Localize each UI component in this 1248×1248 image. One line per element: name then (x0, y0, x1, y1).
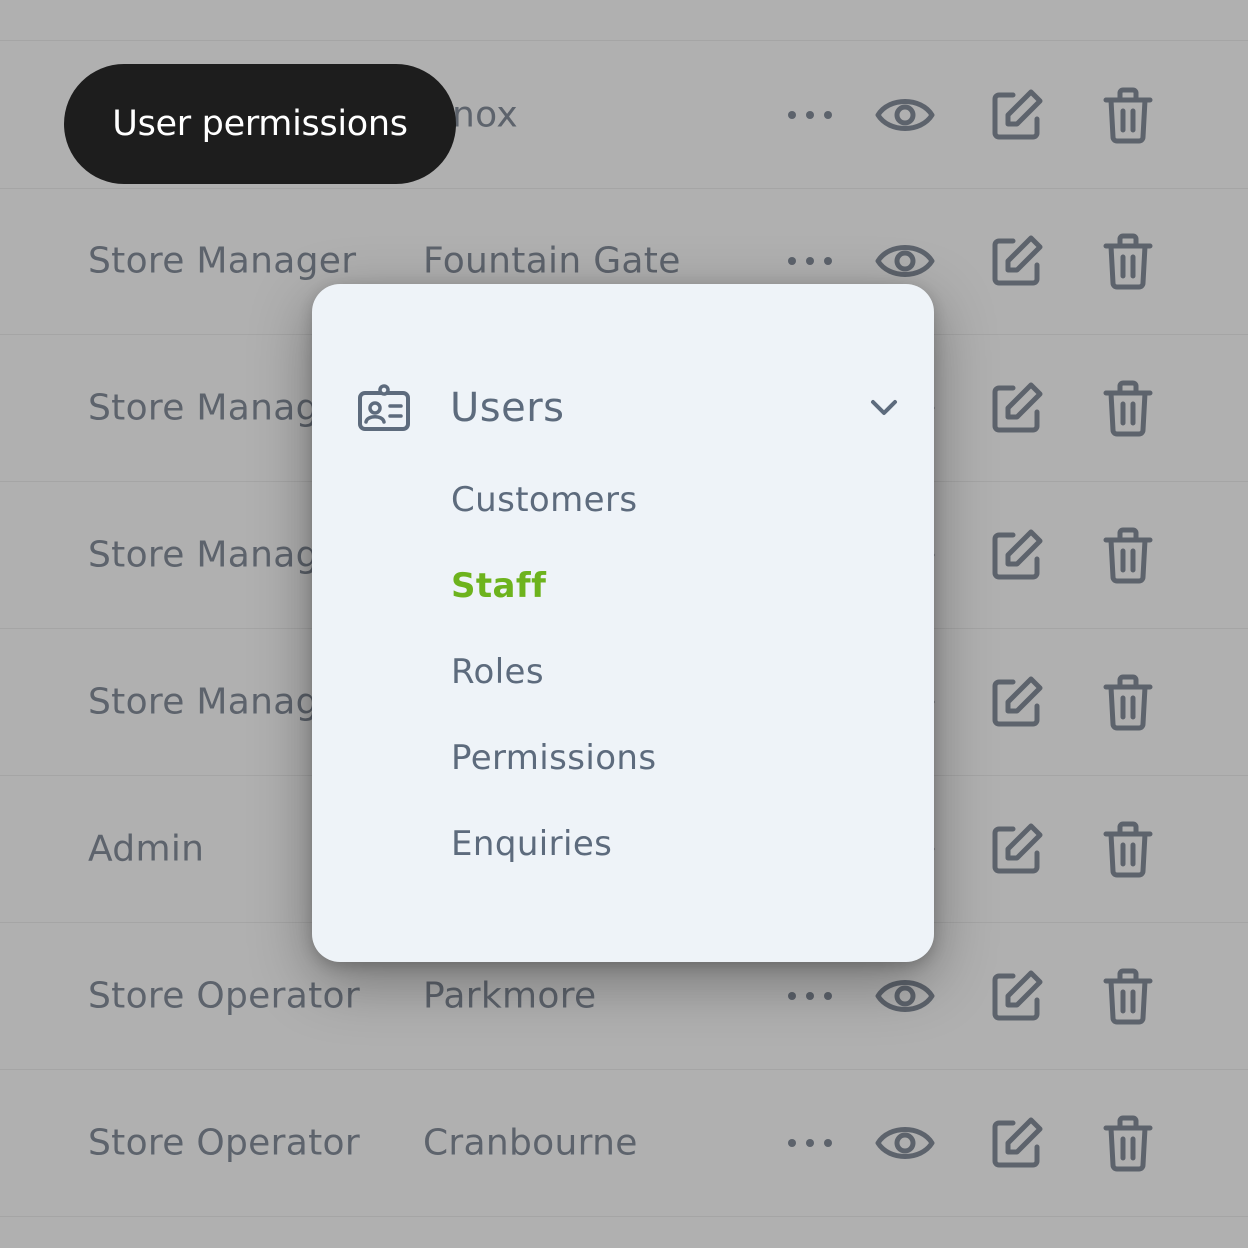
trash-icon[interactable] (1096, 670, 1160, 734)
menu-item-staff[interactable]: Staff (451, 566, 546, 606)
role-cell: Admin (88, 828, 205, 869)
row-actions (778, 1111, 1198, 1175)
row-actions (778, 964, 1198, 1028)
role-cell: Store Manag (88, 387, 319, 428)
menu-item-customers[interactable]: Customers (451, 480, 637, 520)
eye-icon[interactable] (873, 1111, 937, 1175)
store-cell: Fountain Gate (423, 240, 681, 281)
edit-icon[interactable] (985, 670, 1049, 734)
edit-icon[interactable] (985, 83, 1049, 147)
menu-item-permissions[interactable]: Permissions (451, 738, 657, 778)
trash-icon[interactable] (1096, 817, 1160, 881)
trash-icon[interactable] (1096, 83, 1160, 147)
edit-icon[interactable] (985, 1111, 1049, 1175)
menu-item-roles[interactable]: Roles (451, 652, 544, 692)
users-menu-header[interactable]: Users (356, 376, 902, 440)
store-cell: nox (452, 94, 518, 135)
edit-icon[interactable] (985, 229, 1049, 293)
trash-icon[interactable] (1096, 229, 1160, 293)
users-dropdown-menu: Users Customers Staff Roles Permissions … (312, 284, 934, 962)
menu-item-enquiries[interactable]: Enquiries (451, 824, 612, 864)
more-icon[interactable] (778, 83, 842, 147)
eye-icon[interactable] (873, 229, 937, 293)
more-icon[interactable] (778, 229, 842, 293)
chevron-down-icon[interactable] (866, 390, 902, 426)
row-actions (778, 83, 1198, 147)
role-cell: Store Operator (88, 975, 360, 1016)
table-row: Store Operator Cranbourne (0, 1069, 1248, 1217)
store-cell: Parkmore (423, 975, 597, 1016)
eye-icon[interactable] (873, 964, 937, 1028)
more-icon[interactable] (778, 964, 842, 1028)
role-cell: Store Operator (88, 1122, 360, 1163)
trash-icon[interactable] (1096, 376, 1160, 440)
trash-icon[interactable] (1096, 523, 1160, 587)
id-card-icon (356, 380, 412, 436)
edit-icon[interactable] (985, 376, 1049, 440)
badge-label: User permissions (112, 104, 408, 144)
users-menu-title: Users (450, 385, 565, 431)
trash-icon[interactable] (1096, 1111, 1160, 1175)
role-cell: Store Manag (88, 681, 319, 722)
more-icon[interactable] (778, 1111, 842, 1175)
store-cell: Cranbourne (423, 1122, 638, 1163)
role-cell: Store Manager (88, 240, 357, 281)
edit-icon[interactable] (985, 817, 1049, 881)
role-cell: Store Manag (88, 534, 319, 575)
edit-icon[interactable] (985, 964, 1049, 1028)
eye-icon[interactable] (873, 83, 937, 147)
user-permissions-badge: User permissions (64, 64, 456, 184)
edit-icon[interactable] (985, 523, 1049, 587)
row-actions (778, 229, 1198, 293)
trash-icon[interactable] (1096, 964, 1160, 1028)
